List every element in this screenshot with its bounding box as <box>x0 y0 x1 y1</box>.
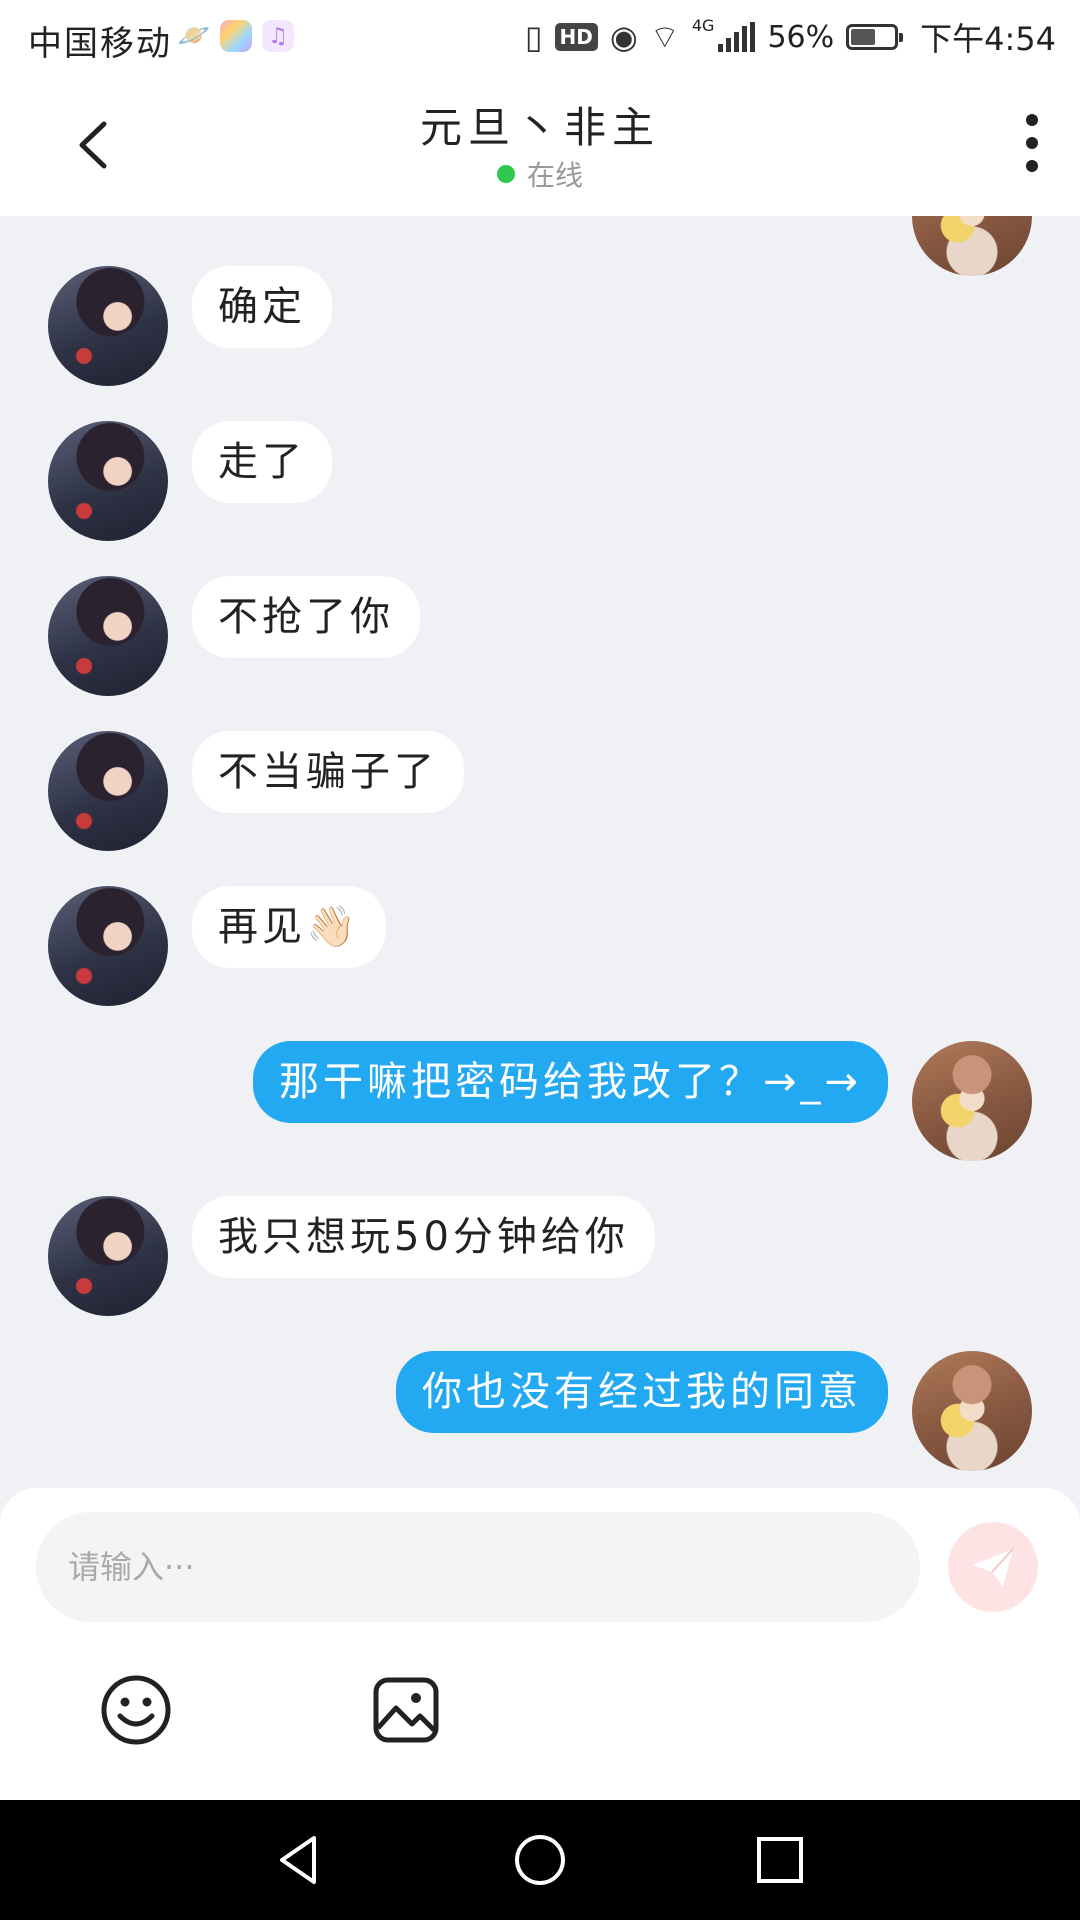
contact-avatar[interactable] <box>48 886 168 1006</box>
music-icon: ♫ <box>262 20 294 52</box>
more-dot <box>1026 114 1038 126</box>
circle-home-icon <box>515 1835 565 1885</box>
self-avatar[interactable] <box>912 216 1032 276</box>
image-icon <box>373 1677 439 1743</box>
battery-icon <box>846 24 904 50</box>
self-avatar[interactable] <box>912 1351 1032 1471</box>
incoming-message[interactable]: 走了 <box>192 421 332 503</box>
status-bar: 中国移动 🪐 ♫ ▯ HD ◉ ⌔ 4G 56% 下午4:54 <box>0 0 1080 76</box>
contact-avatar[interactable] <box>48 576 168 696</box>
smiley-icon <box>101 1675 171 1745</box>
incoming-message[interactable]: 不当骗子了 <box>192 731 464 813</box>
message-list[interactable]: 确定 走了 不抢了你 不当骗子了 再见👋🏻 那干嘛把密码给我改了？→_→ 我只想… <box>0 216 1080 1486</box>
incoming-message[interactable]: 不抢了你 <box>192 576 420 658</box>
contact-name: 元旦丶非主 <box>419 103 660 152</box>
outgoing-message[interactable]: 那干嘛把密码给我改了？→_→ <box>252 1041 888 1123</box>
online-status-label: 在线 <box>526 159 583 192</box>
contact-avatar[interactable] <box>48 1196 168 1316</box>
incoming-message[interactable]: 我只想玩50分钟给你 <box>192 1196 655 1278</box>
contact-avatar[interactable] <box>48 731 168 851</box>
battery-percent: 56% <box>767 19 835 55</box>
carrier-label: 中国移动 <box>28 24 172 64</box>
online-dot-icon <box>496 165 515 183</box>
outgoing-message[interactable]: 你也没有经过我的同意 <box>396 1351 888 1433</box>
planet-icon: 🪐 <box>177 21 211 51</box>
triangle-back-icon <box>280 1836 316 1884</box>
eye-icon: ◉ <box>609 18 638 56</box>
hd-icon: HD <box>554 23 598 51</box>
notification-icons: 🪐 ♫ <box>178 20 294 52</box>
wifi-icon: ⌔ <box>649 18 680 56</box>
incoming-message[interactable]: 确定 <box>192 266 332 348</box>
more-options-button[interactable] <box>1012 114 1052 178</box>
system-icons: ▯ HD ◉ ⌔ 4G 56% 下午4:54 <box>525 14 1056 60</box>
photos-icon <box>220 20 252 52</box>
system-nav-bar <box>0 1800 1080 1920</box>
more-dot <box>1026 137 1038 149</box>
nav-recents-button[interactable] <box>750 1830 810 1890</box>
network-type: 4G <box>691 15 715 35</box>
message-input[interactable] <box>36 1512 920 1622</box>
image-button[interactable] <box>368 1672 444 1748</box>
contact-avatar[interactable] <box>48 421 168 541</box>
more-dot <box>1026 160 1038 172</box>
send-icon <box>973 1548 1014 1587</box>
chat-header: 元旦丶非主 在线 <box>0 76 1080 216</box>
online-status: 在线 <box>0 154 1080 194</box>
self-avatar[interactable] <box>912 1041 1032 1161</box>
contact-avatar[interactable] <box>48 266 168 386</box>
vibrate-icon: ▯ <box>524 18 543 56</box>
square-recents-icon <box>757 1837 803 1883</box>
send-button[interactable] <box>948 1522 1038 1612</box>
nav-home-button[interactable] <box>510 1830 570 1890</box>
incoming-message[interactable]: 再见👋🏻 <box>192 886 386 968</box>
emoji-button[interactable] <box>98 1672 174 1748</box>
clock: 下午4:54 <box>920 20 1056 58</box>
nav-back-button[interactable] <box>270 1830 330 1890</box>
composer <box>0 1488 1080 1800</box>
signal-icon <box>718 22 756 52</box>
